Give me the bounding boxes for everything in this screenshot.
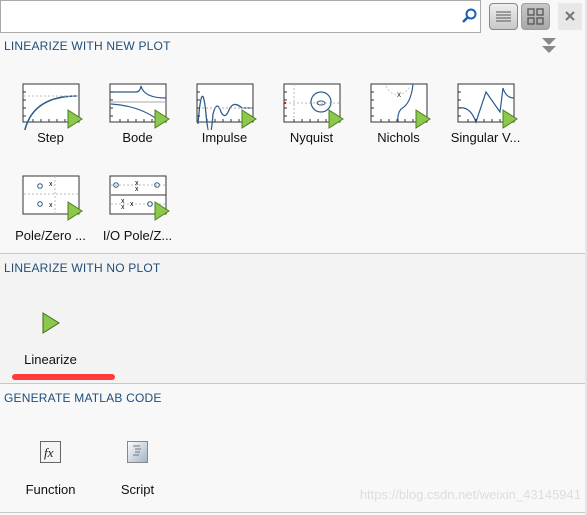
watermark: https://blog.csdn.net/weixin_43145941 <box>359 487 581 502</box>
plot-io-pole-zero-button[interactable]: xxxxx I/O Pole/Z... <box>94 172 181 243</box>
plot-bode-button[interactable]: Bode <box>94 80 181 145</box>
linearize-button[interactable]: Linearize <box>7 312 94 367</box>
plot-io-pole-zero-label: I/O Pole/Z... <box>102 228 173 243</box>
section-header-code: GENERATE MATLAB CODE <box>4 391 162 405</box>
svg-text:x: x <box>121 204 125 211</box>
bode-plot-icon <box>109 83 169 129</box>
svg-text:x: x <box>49 181 53 188</box>
divider <box>0 383 585 384</box>
nichols-plot-icon: x <box>370 83 430 129</box>
plot-step-button[interactable]: Step <box>7 80 94 145</box>
plot-step-label: Step <box>37 130 64 145</box>
grid-view-button[interactable] <box>521 3 550 30</box>
plot-nichols-label: Nichols <box>377 130 420 145</box>
plot-singular-value-button[interactable]: Singular V... <box>442 80 529 145</box>
script-button[interactable]: Script <box>94 440 181 497</box>
impulse-plot-icon <box>196 83 256 130</box>
svg-text:x: x <box>49 202 53 209</box>
function-icon: fx <box>39 441 61 463</box>
function-button[interactable]: fx Function <box>7 440 94 497</box>
section-header-no-plot: LINEARIZE WITH NO PLOT <box>4 261 161 275</box>
plot-pole-zero-label: Pole/Zero ... <box>15 228 86 243</box>
plot-nyquist-button[interactable]: Nyquist <box>268 80 355 145</box>
svg-text:x: x <box>130 201 134 208</box>
search-input[interactable] <box>1 1 451 31</box>
linearize-label: Linearize <box>24 352 77 367</box>
plot-singular-value-label: Singular V... <box>450 130 521 145</box>
list-icon <box>496 11 511 22</box>
plot-impulse-label: Impulse <box>201 130 248 145</box>
svg-text:x: x <box>397 90 401 99</box>
plot-pole-zero-button[interactable]: xx Pole/Zero ... <box>7 172 94 243</box>
divider <box>0 512 585 513</box>
pole-zero-plot-icon: xx <box>22 175 82 221</box>
plot-nichols-button[interactable]: x Nichols <box>355 80 442 145</box>
search-box[interactable] <box>0 0 481 33</box>
function-label: Function <box>25 482 76 497</box>
plot-impulse-button[interactable]: Impulse <box>181 80 268 145</box>
nyquist-plot-icon <box>283 83 343 129</box>
close-button[interactable] <box>558 3 582 30</box>
close-icon <box>565 11 575 21</box>
collapse-icon[interactable] <box>541 37 557 55</box>
singular-value-plot-icon <box>457 83 517 129</box>
grid-icon <box>527 8 544 25</box>
list-view-button[interactable] <box>489 3 518 30</box>
search-icon[interactable] <box>461 8 477 24</box>
play-icon <box>42 312 60 334</box>
step-plot-icon <box>22 83 82 130</box>
section-header-new-plot: LINEARIZE WITH NEW PLOT <box>4 39 171 53</box>
io-pole-zero-plot-icon: xxxx x <box>109 175 169 221</box>
plot-nyquist-label: Nyquist <box>289 130 334 145</box>
script-label: Script <box>120 482 155 497</box>
highlight-underline <box>12 374 115 380</box>
plot-bode-label: Bode <box>122 130 153 145</box>
script-icon <box>126 441 148 463</box>
svg-text:x: x <box>135 186 139 193</box>
svg-text:fx: fx <box>44 445 54 460</box>
